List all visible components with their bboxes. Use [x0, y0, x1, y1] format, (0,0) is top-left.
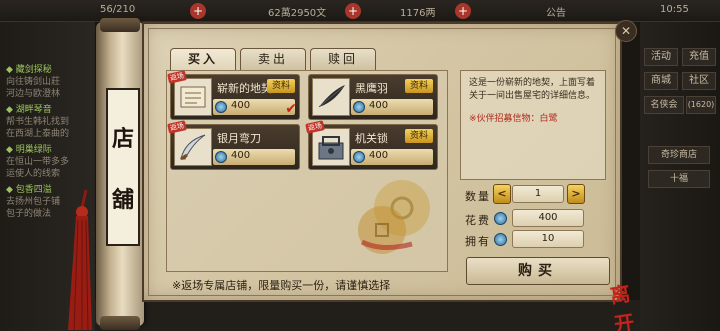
tab-sell[interactable]: 卖出: [240, 48, 306, 70]
quantity-field[interactable]: 1: [512, 185, 564, 203]
tab-redeem[interactable]: 赎回: [310, 48, 376, 70]
rare-shop-button[interactable]: 奇珍商店: [648, 146, 710, 164]
item-description: 这是一份崭新的地契，上面写着关于一间出售屋宅的详细信息。: [469, 78, 596, 101]
hero-club-count: (1620): [686, 96, 716, 114]
side-menu: 活动 充值 商城 社区 名侠会 (1620) 奇珍商店 十福: [640, 22, 720, 331]
hero-club-button[interactable]: 名侠会: [644, 96, 684, 114]
community-button[interactable]: 社区: [682, 72, 716, 90]
item-card-mechanism-lock[interactable]: 返场 机关锁 资料 400: [305, 120, 438, 170]
bottom-bar: [95, 300, 640, 331]
buy-button[interactable]: 购买: [466, 257, 610, 285]
exit-button[interactable]: 离开: [608, 276, 642, 331]
recharge-button[interactable]: 充值: [682, 48, 716, 66]
cost-label: 花费: [465, 214, 491, 227]
stamina-value: 56/210: [100, 4, 136, 15]
shop-sign: 店 舖: [106, 88, 140, 246]
cost-value: 400: [512, 209, 584, 227]
item-note: ※伙伴招募信物：白鹭: [469, 114, 558, 124]
checkmark-icon: ✔: [285, 101, 297, 117]
item-detail: 这是一份崭新的地契，上面写着关于一间出售屋宅的详细信息。 ※伙伴招募信物：白鹭: [460, 70, 606, 180]
coin-icon: [494, 212, 507, 225]
coin-icon: [494, 233, 507, 246]
quantity-label: 数量: [465, 190, 491, 203]
shop-footer-note: ※返场专属店铺，限量购买一份，请谨慎选择: [172, 279, 391, 292]
coin-icon: [353, 101, 365, 113]
wine-value: 1176两: [400, 8, 436, 19]
clock: 10:55: [660, 4, 689, 15]
coin-icon: [215, 101, 227, 113]
tassel-decoration: [68, 190, 92, 330]
quest-entry[interactable]: ◆ 藏剑探秘 向往铸剑山莊 河边与欧澄林: [6, 64, 91, 100]
item-name: 黑鹰羽: [355, 82, 388, 95]
mall-button[interactable]: 商城: [644, 72, 678, 90]
add-gold-button[interactable]: +: [345, 3, 361, 19]
tab-buy[interactable]: 买入: [170, 48, 236, 70]
feather-icon: [312, 78, 350, 116]
owned-label: 拥有: [465, 235, 491, 248]
coin-icon: [215, 151, 227, 163]
increase-quantity-button[interactable]: >: [567, 184, 585, 204]
coin-icon: [353, 151, 365, 163]
owned-value: 10: [512, 230, 584, 248]
item-price: 400: [213, 149, 295, 165]
gold-value: 62萬2950文: [268, 8, 327, 19]
close-icon[interactable]: ✕: [615, 20, 637, 42]
notice-button[interactable]: 公告: [546, 4, 566, 19]
quest-entry[interactable]: ◆ 湖畔琴音 帮书生韩礼找到 在西湖上泰曲的: [6, 104, 91, 140]
activity-button[interactable]: 活动: [644, 48, 678, 66]
item-card-moon-blade[interactable]: 返场 银月弯刀 400: [167, 120, 300, 170]
item-name: 崭新的地契: [217, 82, 272, 95]
info-badge[interactable]: 资料: [405, 79, 433, 93]
item-card-land-deed[interactable]: 返场 崭新的地契 资料 400 ✔: [167, 70, 300, 120]
decrease-quantity-button[interactable]: <: [493, 184, 511, 204]
scroll-icon: [174, 78, 212, 116]
add-wine-button[interactable]: +: [455, 3, 471, 19]
item-name: 机关锁: [355, 132, 388, 145]
item-price: 400: [351, 149, 433, 165]
item-price: 400: [351, 99, 433, 115]
info-badge[interactable]: 资料: [405, 129, 433, 143]
item-name: 银月弯刀: [217, 132, 261, 145]
item-price: 400: [213, 99, 295, 115]
blessing-button[interactable]: 十福: [648, 170, 710, 188]
lock-icon: [312, 128, 350, 166]
blade-icon: [174, 128, 212, 166]
add-stamina-button[interactable]: +: [190, 3, 206, 19]
coin-stack-decoration: [358, 180, 430, 254]
item-card-black-feather[interactable]: 黑鹰羽 资料 400: [308, 74, 438, 120]
quest-entry[interactable]: ◆ 明巢绿际 在恒山一带多多 运使人的线索: [6, 144, 91, 180]
info-badge[interactable]: 资料: [267, 79, 295, 93]
